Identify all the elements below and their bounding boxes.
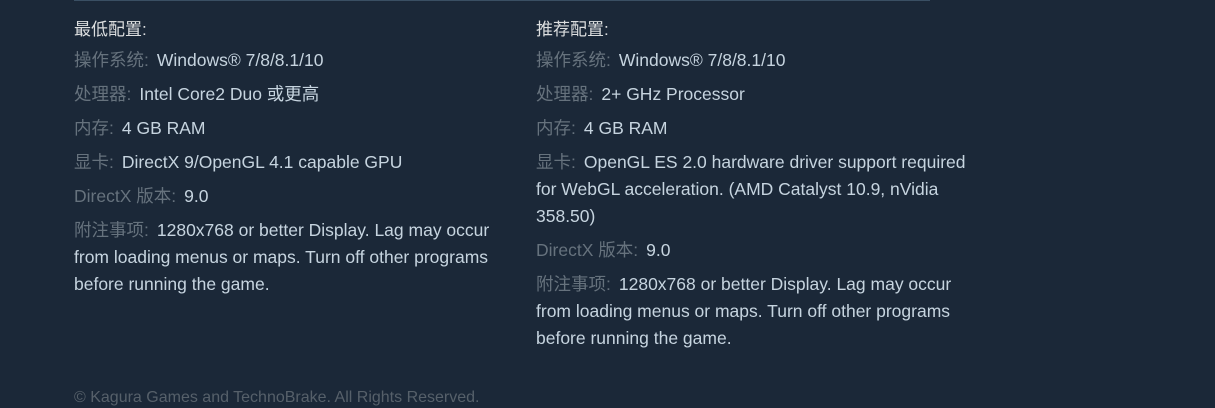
min-os-value: Windows® 7/8/8.1/10 [156, 50, 324, 70]
rec-notes-row: 附注事项: 1280x768 or better Display. Lag may… [536, 271, 966, 352]
rec-os-row: 操作系统: Windows® 7/8/8.1/10 [536, 47, 966, 74]
rec-directx-label: DirectX 版本: [536, 240, 639, 260]
rec-os-label: 操作系统: [536, 50, 611, 70]
recommended-requirements-title: 推荐配置: [536, 20, 609, 39]
minimum-requirements-list: 操作系统: Windows® 7/8/8.1/10 处理器: Intel Core2… [74, 47, 504, 298]
min-processor-row: 处理器: Intel Core2 Duo 或更高 [74, 81, 504, 108]
minimum-requirements-title: 最低配置: [74, 20, 147, 39]
rec-processor-label: 处理器: [536, 84, 594, 104]
min-notes-row: 附注事项: 1280x768 or better Display. Lag may… [74, 217, 504, 298]
rec-graphics-label: 显卡: [536, 152, 576, 172]
min-directx-value: 9.0 [184, 186, 209, 206]
rec-os-value: Windows® 7/8/8.1/10 [618, 50, 786, 70]
rec-graphics-value: OpenGL ES 2.0 hardware driver support re… [536, 152, 966, 226]
section-divider [74, 0, 930, 1]
rec-memory-row: 内存: 4 GB RAM [536, 115, 966, 142]
min-graphics-value: DirectX 9/OpenGL 4.1 capable GPU [121, 152, 403, 172]
min-memory-label: 内存: [74, 118, 114, 138]
rec-processor-value: 2+ GHz Processor [601, 84, 745, 104]
recommended-requirements: 推荐配置: 操作系统: Windows® 7/8/8.1/10 处理器: 2+ GH… [536, 18, 966, 359]
min-graphics-label: 显卡: [74, 152, 114, 172]
min-directx-row: DirectX 版本: 9.0 [74, 183, 504, 210]
min-processor-value: Intel Core2 Duo 或更高 [139, 84, 320, 104]
min-memory-row: 内存: 4 GB RAM [74, 115, 504, 142]
rec-processor-row: 处理器: 2+ GHz Processor [536, 81, 966, 108]
min-os-label: 操作系统: [74, 50, 149, 70]
min-graphics-row: 显卡: DirectX 9/OpenGL 4.1 capable GPU [74, 149, 504, 176]
recommended-requirements-list: 操作系统: Windows® 7/8/8.1/10 处理器: 2+ GHz Proc… [536, 47, 966, 352]
min-os-row: 操作系统: Windows® 7/8/8.1/10 [74, 47, 504, 74]
rec-graphics-row: 显卡: OpenGL ES 2.0 hardware driver support… [536, 149, 966, 230]
min-memory-value: 4 GB RAM [121, 118, 206, 138]
rec-notes-label: 附注事项: [536, 274, 611, 294]
min-directx-label: DirectX 版本: [74, 186, 177, 206]
copyright-text: © Kagura Games and TechnoBrake. All Righ… [74, 389, 480, 406]
rec-directx-value: 9.0 [646, 240, 671, 260]
minimum-requirements: 最低配置: 操作系统: Windows® 7/8/8.1/10 处理器: Intel… [74, 18, 504, 305]
rec-directx-row: DirectX 版本: 9.0 [536, 237, 966, 264]
rec-memory-label: 内存: [536, 118, 576, 138]
min-processor-label: 处理器: [74, 84, 132, 104]
min-notes-label: 附注事项: [74, 220, 149, 240]
rec-memory-value: 4 GB RAM [583, 118, 668, 138]
